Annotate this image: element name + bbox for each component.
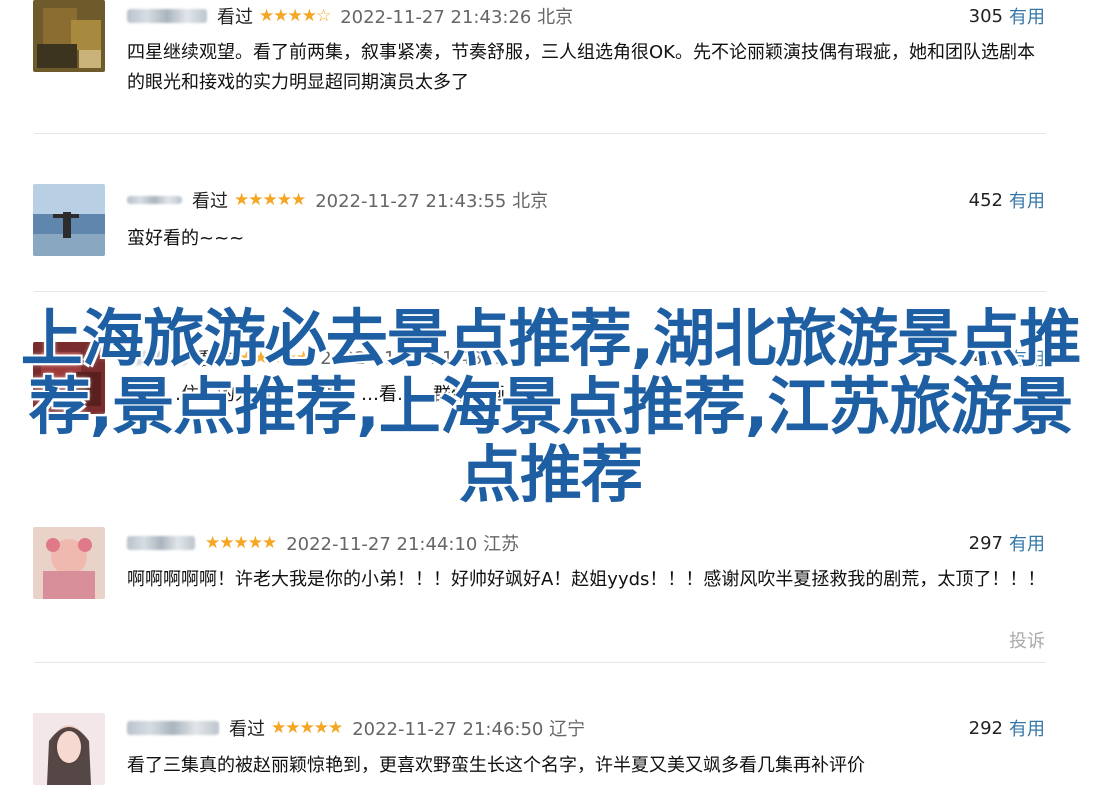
user-avatar-icon[interactable] [33, 713, 105, 785]
useful-button[interactable]: 有用 [1009, 715, 1045, 741]
comment-meta: 看过 ★★★★☆ 2022-11-27 21:43:26 北京 [127, 3, 573, 29]
vote-count: 305 [968, 5, 1003, 27]
username[interactable] [127, 9, 207, 23]
overlay-title: 上海旅游必去景点推荐,湖北旅游景点推荐,景点推荐,上海景点推荐,江苏旅游景点推荐 [20, 302, 1082, 511]
user-avatar-icon[interactable] [33, 0, 105, 72]
useful-vote: 452 有用 [969, 187, 1045, 213]
comment-time: 2022-11-27 21:43:26 北京 [340, 7, 574, 28]
username[interactable] [127, 196, 182, 204]
divider [34, 291, 1046, 292]
comment-text: 啊啊啊啊啊！许老大我是你的小弟！！！好帅好飒好A！赵姐yyds！！！感谢风吹半夏… [127, 569, 1046, 590]
report-link[interactable]: 投诉 [1009, 627, 1045, 653]
watch-status: 看过 [229, 719, 265, 740]
vote-count: 297 [968, 532, 1003, 554]
useful-button[interactable]: 有用 [1009, 187, 1045, 213]
vote-count: 292 [968, 717, 1003, 739]
user-avatar-icon[interactable] [33, 527, 105, 599]
username[interactable] [127, 536, 195, 550]
useful-vote: 305 有用 [969, 3, 1045, 29]
useful-button[interactable]: 有用 [1009, 3, 1045, 29]
useful-vote: 292 有用 [969, 715, 1045, 741]
user-avatar-icon[interactable] [33, 184, 105, 256]
divider [34, 133, 1046, 134]
rating-stars-icon: ★★★★★ [271, 718, 343, 738]
comment-text: 蛮好看的~~~ [127, 228, 245, 249]
useful-vote: 297 有用 [969, 530, 1045, 556]
watch-status: 看过 [192, 191, 228, 212]
comment-meta: 看过 ★★★★★ 2022-11-27 21:46:50 辽宁 [127, 715, 585, 741]
rating-stars-icon: ★★★★★ [234, 190, 306, 210]
watch-status: 看过 [217, 7, 253, 28]
comment-text: 看了三集真的被赵丽颖惊艳到，更喜欢野蛮生长这个名字，许半夏又美又飒多看几集再补评… [127, 755, 865, 776]
divider [34, 662, 1046, 663]
comment-time: 2022-11-27 21:46:50 辽宁 [352, 719, 586, 740]
comment-text: 四星继续观望。看了前两集，叙事紧凑，节奏舒服，三人组选角很OK。先不论丽颖演技偶… [127, 42, 1035, 93]
comment-meta: ★★★★★ 2022-11-27 21:44:10 江苏 [127, 530, 519, 556]
comment-time: 2022-11-27 21:44:10 江苏 [286, 534, 520, 555]
vote-count: 452 [968, 189, 1003, 211]
comment-meta: 看过 ★★★★★ 2022-11-27 21:43:55 北京 [127, 187, 548, 213]
rating-stars-icon: ★★★★★ [205, 533, 277, 553]
useful-button[interactable]: 有用 [1009, 530, 1045, 556]
comment-time: 2022-11-27 21:43:55 北京 [315, 191, 549, 212]
rating-stars-icon: ★★★★☆ [259, 6, 331, 26]
username[interactable] [127, 721, 219, 735]
